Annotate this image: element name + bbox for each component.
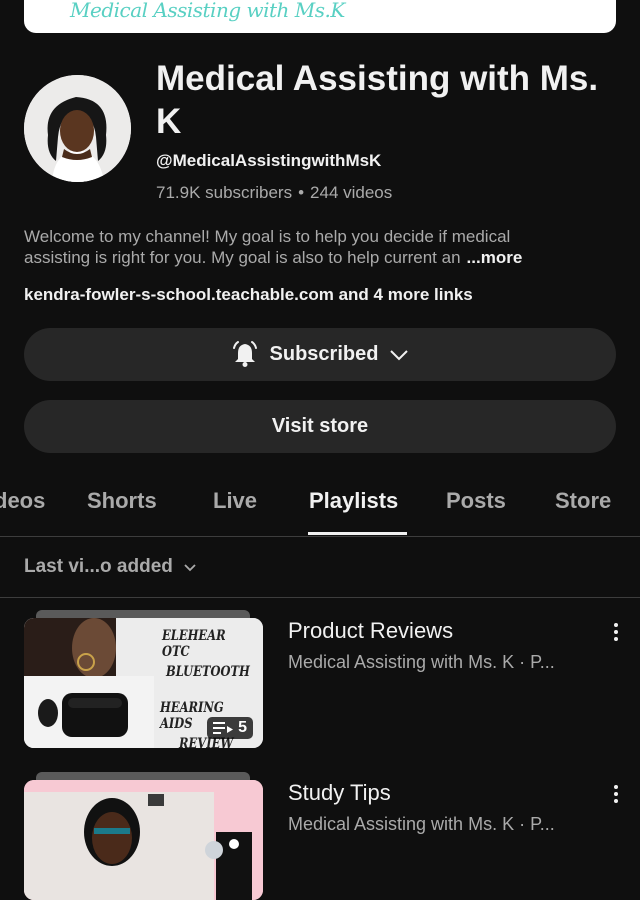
subscribed-button[interactable]: Subscribed xyxy=(24,328,616,381)
subscribed-label: Subscribed xyxy=(269,343,379,365)
description-line-2: assisting is right for you. My goal is a… xyxy=(24,248,461,267)
channel-handle: @MedicalAssistingwithMsK xyxy=(156,151,382,170)
sort-dropdown[interactable]: Last vi...o added xyxy=(24,556,197,578)
playlist-thumbnail[interactable]: ELEHEAR OTC BLUETOOTH HEARING AIDS REVIE… xyxy=(24,618,263,748)
video-count-badge: 5 xyxy=(207,717,253,739)
playlist-icon xyxy=(213,722,234,734)
active-tab-indicator xyxy=(308,532,407,535)
subscriber-count: 71.9K subscribers xyxy=(156,183,293,202)
thumbnail-text: ELEHEAR OTC xyxy=(162,628,226,660)
tab-shorts[interactable]: Shorts xyxy=(87,488,157,514)
tab-posts[interactable]: Posts xyxy=(446,488,506,514)
divider xyxy=(0,597,640,598)
playlist-subtitle: Medical Assisting with Ms. K · P... xyxy=(288,814,555,834)
channel-tabs: deos Shorts Live Playlists Posts Store xyxy=(0,470,640,537)
bell-icon xyxy=(232,340,257,367)
playlist-title[interactable]: Study Tips xyxy=(288,780,391,806)
chevron-down-icon xyxy=(390,349,409,360)
more-options-icon[interactable] xyxy=(606,620,626,644)
sort-label: Last vi...o added xyxy=(24,556,173,577)
playlist-stack-edge xyxy=(36,772,250,780)
visit-store-button[interactable]: Visit store xyxy=(24,400,616,453)
video-count-number: 5 xyxy=(238,719,247,736)
channel-description[interactable]: Welcome to my channel! My goal is to hel… xyxy=(24,226,624,268)
channel-title: Medical Assisting with Ms. K xyxy=(156,59,599,141)
video-count: 244 videos xyxy=(310,183,393,202)
channel-avatar[interactable] xyxy=(24,75,131,182)
channel-links[interactable]: kendra-fowler-s-school.teachable.com and… xyxy=(24,285,473,305)
tab-videos[interactable]: deos xyxy=(0,488,45,514)
stats-separator: • xyxy=(298,183,305,202)
more-options-icon[interactable] xyxy=(606,782,626,806)
avatar-image xyxy=(24,75,131,182)
tab-store[interactable]: Store xyxy=(555,488,611,514)
channel-banner[interactable]: Medical Assisting with Ms.K xyxy=(24,0,616,33)
thumbnail-image xyxy=(24,780,263,900)
chevron-down-icon xyxy=(184,563,196,571)
playlist-thumbnail[interactable] xyxy=(24,780,263,900)
playlist-stack-edge xyxy=(36,610,250,618)
playlist-subtitle: Medical Assisting with Ms. K · P... xyxy=(288,652,555,672)
channel-stats: 71.9K subscribers • 244 videos xyxy=(156,183,392,203)
tab-live[interactable]: Live xyxy=(213,488,257,514)
more-link[interactable]: ...more xyxy=(467,247,523,268)
thumbnail-text: BLUETOOTH xyxy=(166,664,250,680)
description-line-1: Welcome to my channel! My goal is to hel… xyxy=(24,227,511,246)
banner-logo: Medical Assisting with Ms.K xyxy=(70,0,345,22)
tab-playlists[interactable]: Playlists xyxy=(309,488,398,514)
playlist-title[interactable]: Product Reviews xyxy=(288,618,453,644)
